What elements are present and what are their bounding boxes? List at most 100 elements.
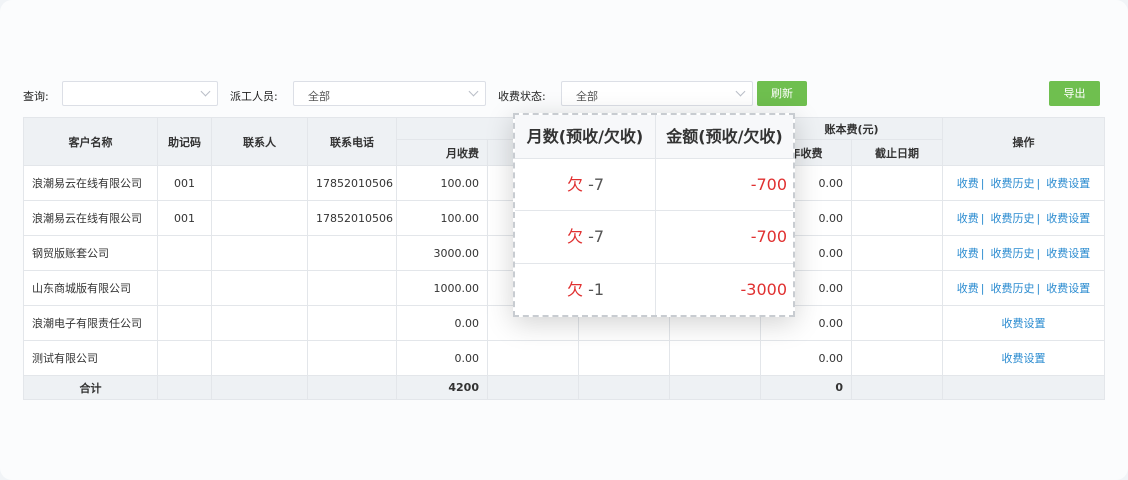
cell-empty [851,375,943,400]
cell-contact [211,235,308,271]
table-row: 测试有限公司 0.00 0.00 收费设置 [23,340,1105,376]
debt-prefix: 欠 [567,175,584,194]
action-link[interactable]: 收费历史 [991,282,1035,295]
cell-empty [487,340,579,376]
status-select[interactable]: 全部 [561,81,753,106]
action-link[interactable]: 收费历史 [991,177,1035,190]
col-mnemonic: 助记码 [157,117,212,166]
popup-amount-cell: -3000 [740,280,788,299]
worker-label: 派工人员: [230,90,278,103]
action-link[interactable]: 收费设置 [1046,177,1090,190]
popup-months-cell: 欠 -1 [567,263,604,316]
action-link[interactable]: 收费设置 [1046,282,1090,295]
col-customer-name: 客户名称 [23,117,158,166]
chevron-down-icon [735,86,746,97]
cell-mnemonic: 001 [157,165,212,201]
query-select[interactable] [62,81,218,106]
refresh-button[interactable]: 刷新 [757,81,807,106]
action-link[interactable]: 收费 [957,282,979,295]
cell-actions: 收费 | 收费历史 | 收费设置 [942,200,1105,236]
export-button[interactable]: 导出 [1049,81,1100,106]
action-separator: | [1036,247,1041,260]
action-link[interactable]: 收费历史 [991,212,1035,225]
cell-customer-name: 浪潮易云在线有限公司 [23,165,158,201]
action-link[interactable]: 收费设置 [1002,317,1046,330]
total-monthly: 4200 [396,375,488,400]
cell-actions: 收费设置 [942,305,1105,341]
cell-deadline [851,165,943,201]
cell-empty [669,340,761,376]
col-phone: 联系电话 [307,117,397,166]
action-separator: | [1036,282,1041,295]
cell-empty [157,375,212,400]
cell-contact [211,165,308,201]
col-monthly-fee: 月收费 [396,139,488,166]
status-label: 收费状态: [498,90,546,103]
cell-actions: 收费 | 收费历史 | 收费设置 [942,270,1105,306]
cell-empty [942,375,1105,400]
chevron-down-icon [200,86,211,97]
popup-months-cell: 欠 -7 [567,210,604,263]
action-link[interactable]: 收费 [957,177,979,190]
cell-deadline [851,235,943,271]
cell-deadline [851,305,943,341]
debt-prefix: 欠 [567,227,584,246]
debt-prefix: 欠 [567,280,584,299]
cell-contact [211,340,308,376]
total-row: 合计 4200 0 [23,375,1105,400]
worker-value: 全部 [308,90,330,103]
cell-empty [307,375,397,400]
filter-toolbar: 查询: 派工人员: 全部 收费状态: 全部 刷新 导出 [0,80,1128,108]
cell-contact [211,270,308,306]
cell-deadline [851,200,943,236]
cell-mnemonic [157,235,212,271]
cell-phone: 17852010506 [307,200,397,236]
cell-customer-name: 测试有限公司 [23,340,158,376]
cell-customer-name: 浪潮电子有限责任公司 [23,305,158,341]
cell-actions: 收费 | 收费历史 | 收费设置 [942,165,1105,201]
total-annual: 0 [760,375,852,400]
popup-header-amount: 金额(预收/欠收) [656,115,793,158]
cell-monthly-fee: 1000.00 [396,270,488,306]
cell-deadline [851,270,943,306]
cell-phone [307,270,397,306]
cell-empty [669,375,761,400]
action-link[interactable]: 收费设置 [1002,352,1046,365]
action-link[interactable]: 收费设置 [1046,247,1090,260]
cell-phone: 17852010506 [307,165,397,201]
popup-divider [655,115,656,315]
action-link[interactable]: 收费 [957,212,979,225]
cell-customer-name: 山东商城版有限公司 [23,270,158,306]
action-separator: | [1036,177,1041,190]
cell-customer-name: 浪潮易云在线有限公司 [23,200,158,236]
action-link[interactable]: 收费历史 [991,247,1035,260]
cell-monthly-fee: 0.00 [396,305,488,341]
cell-monthly-fee: 100.00 [396,200,488,236]
cell-mnemonic [157,340,212,376]
cell-mnemonic: 001 [157,200,212,236]
cell-customer-name: 钢贸版账套公司 [23,235,158,271]
cell-empty [578,340,670,376]
months-value: -7 [588,227,605,246]
popup-header-months: 月数(预收/欠收) [515,115,655,158]
action-separator: | [1036,212,1041,225]
action-link[interactable]: 收费 [957,247,979,260]
months-value: -1 [588,280,605,299]
cell-mnemonic [157,305,212,341]
cell-annual-fee: 0.00 [760,340,852,376]
worker-select[interactable]: 全部 [293,81,486,106]
action-separator: | [980,212,985,225]
cell-empty [578,375,670,400]
cell-phone [307,305,397,341]
col-contact: 联系人 [211,117,308,166]
action-link[interactable]: 收费设置 [1046,212,1090,225]
popup-amount-cell: -700 [750,175,787,194]
cell-contact [211,305,308,341]
arrears-popup: 月数(预收/欠收) 金额(预收/欠收) 欠 -7 -700 欠 -7 -700 … [513,113,795,317]
cell-contact [211,200,308,236]
col-actions: 操作 [942,117,1105,166]
cell-mnemonic [157,270,212,306]
chevron-down-icon [468,86,479,97]
cell-monthly-fee: 0.00 [396,340,488,376]
cell-empty [487,375,579,400]
